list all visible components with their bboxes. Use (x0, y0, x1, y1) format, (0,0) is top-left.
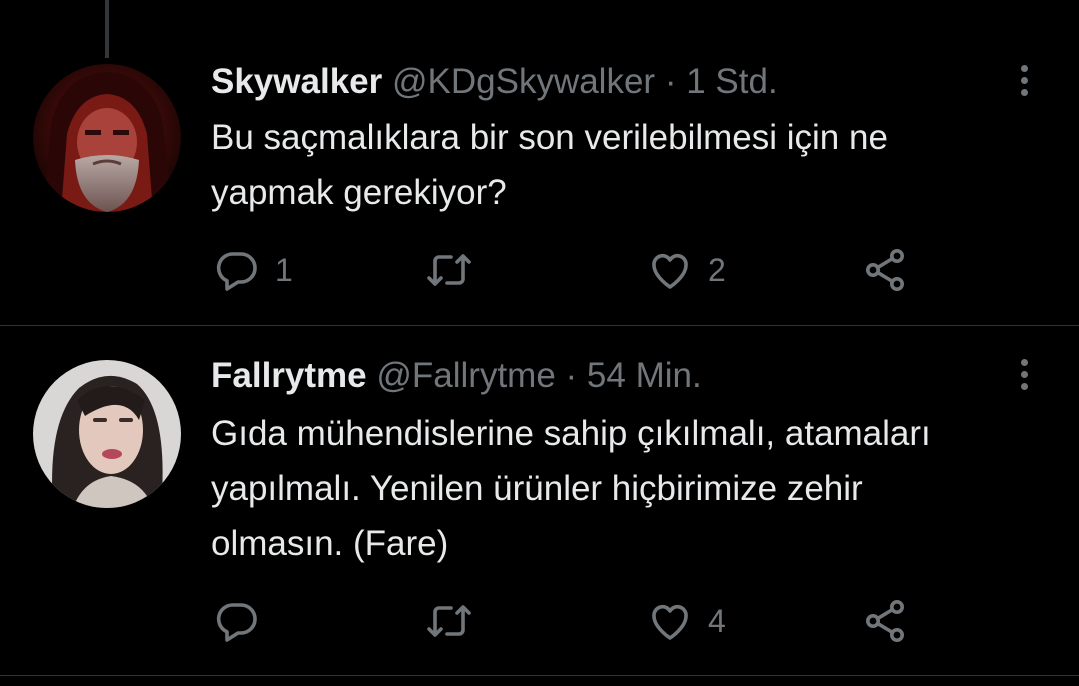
display-name[interactable]: Fallrytme (211, 356, 367, 395)
tweet-text: Bu saçmalıklara bir son verilebilmesi iç… (211, 110, 1061, 220)
reply-icon (216, 252, 257, 291)
tweet-text-line: Bu saçmalıklara bir son verilebilmesi iç… (211, 118, 888, 157)
share-icon (866, 600, 904, 642)
tweet-header: Fallrytme @Fallrytme · 54 Min. (211, 356, 702, 396)
tweet-text: Gıda mühendislerine sahip çıkılmalı, ata… (211, 406, 1061, 571)
tweet-text-line: olmasın. (Fare) (211, 524, 449, 563)
more-options-icon[interactable] (1014, 60, 1034, 100)
heart-icon (652, 604, 688, 640)
separator-dot: · (565, 356, 578, 395)
tweet-header: Skywalker @KDgSkywalker · 1 Std. (211, 62, 778, 102)
like-count: 2 (708, 251, 726, 288)
tweet-text-line: yapmak gerekiyor? (211, 173, 507, 212)
reply-count: 1 (275, 251, 293, 288)
timestamp[interactable]: 54 Min. (587, 356, 702, 395)
tweet-text-line: yapılmalı. Yenilen ürünler hiçbirimize z… (211, 469, 863, 508)
user-handle[interactable]: @Fallrytme (376, 356, 555, 395)
retweet-icon (427, 605, 471, 637)
woman-portrait-avatar (33, 360, 181, 508)
avatar[interactable] (33, 360, 181, 508)
separator-dot: · (664, 62, 677, 101)
tweet[interactable]: Skywalker @KDgSkywalker · 1 Std. Bu saçm… (0, 0, 1079, 325)
share-button[interactable] (861, 596, 909, 646)
share-button[interactable] (861, 245, 909, 295)
avatar[interactable] (33, 64, 181, 212)
display-name[interactable]: Skywalker (211, 62, 382, 101)
reply-button[interactable]: 1 (213, 245, 293, 295)
tweet-text-line: Gıda mühendislerine sahip çıkılmalı, ata… (211, 414, 931, 453)
user-handle[interactable]: @KDgSkywalker (392, 62, 655, 101)
retweet-button[interactable] (425, 245, 487, 295)
like-count: 4 (708, 602, 726, 639)
reply-button[interactable] (213, 596, 275, 646)
hooded-bearded-man-avatar (33, 64, 181, 212)
share-icon (866, 249, 904, 291)
like-button[interactable]: 4 (646, 596, 726, 646)
more-options-icon[interactable] (1014, 354, 1034, 394)
tweet[interactable]: Fallrytme @Fallrytme · 54 Min. Gıda mühe… (0, 326, 1079, 675)
like-button[interactable]: 2 (646, 245, 726, 295)
reply-icon (216, 603, 257, 642)
timestamp[interactable]: 1 Std. (686, 62, 777, 101)
retweet-button[interactable] (425, 596, 487, 646)
heart-icon (652, 253, 688, 289)
retweet-icon (427, 254, 471, 286)
tweet-divider (0, 675, 1079, 676)
